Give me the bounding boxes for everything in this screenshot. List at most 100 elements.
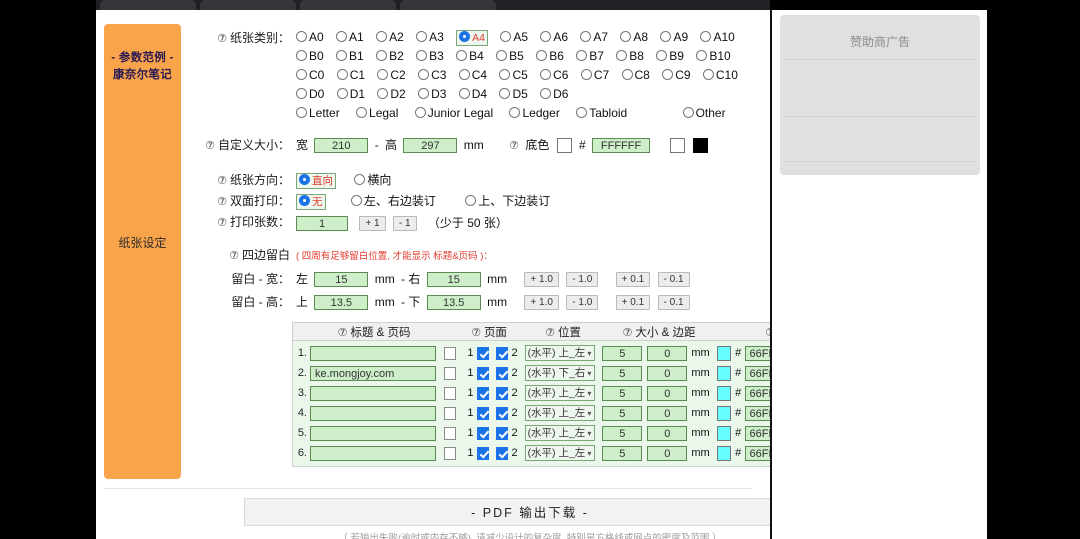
radio-A9[interactable]: A9 (660, 28, 688, 47)
help-icon[interactable]: ⑦ (229, 246, 239, 266)
row-position-select[interactable]: (水平) 下_右 ▾ (524, 365, 596, 381)
pdf-export-button[interactable]: - PDF 输出下载 - (244, 498, 770, 526)
row-title-input[interactable] (310, 405, 436, 421)
radio-Other[interactable]: Other (682, 104, 726, 123)
radio-C5[interactable]: C5 (499, 66, 528, 85)
help-icon[interactable]: ⑦ (205, 136, 215, 156)
height-input[interactable]: 297 (403, 138, 458, 154)
radio-B1[interactable]: B1 (336, 47, 364, 66)
page-1-checkbox[interactable] (476, 406, 489, 420)
radio-Legal[interactable]: Legal (356, 104, 398, 123)
radio-C4[interactable]: C4 (458, 66, 487, 85)
radio-D5[interactable]: D5 (499, 85, 528, 104)
sheets-plus-button[interactable]: + 1 (359, 215, 386, 231)
row-size-input[interactable]: 5 (602, 425, 643, 441)
radio-Tabloid[interactable]: Tabloid (576, 104, 627, 123)
radio-C3[interactable]: C3 (418, 66, 446, 85)
sheets-minus-button[interactable]: - 1 (392, 215, 417, 231)
radio-B0[interactable]: B0 (296, 47, 324, 66)
row-color-swatch[interactable] (716, 385, 732, 401)
row-offset-input[interactable]: 0 (647, 405, 688, 421)
radio-A6[interactable]: A6 (540, 28, 568, 47)
radio-B2[interactable]: B2 (376, 47, 404, 66)
row-offset-input[interactable]: 0 (647, 365, 688, 381)
row-offset-input[interactable]: 0 (647, 385, 688, 401)
browser-tab[interactable] (400, 0, 496, 10)
radio-orientation-landscape[interactable]: 横向 (354, 170, 391, 190)
row-color-hex-input[interactable]: 66FFFF (745, 405, 770, 421)
row-color-swatch[interactable] (716, 345, 732, 361)
preset-white-swatch[interactable] (670, 138, 686, 154)
help-icon[interactable]: ⑦ (338, 326, 348, 339)
row-title-input[interactable] (310, 425, 436, 441)
margin-left-input[interactable]: 15 (314, 272, 369, 288)
radio-A3[interactable]: A3 (416, 28, 444, 47)
row-size-input[interactable]: 5 (602, 405, 643, 421)
row-color-hex-input[interactable]: 66FFFF (745, 445, 770, 461)
radio-Junior-Legal[interactable]: Junior Legal (414, 104, 493, 123)
row-select-checkbox[interactable] (443, 446, 457, 460)
radio-D2[interactable]: D2 (377, 85, 406, 104)
radio-A1[interactable]: A1 (336, 28, 364, 47)
row-position-select[interactable]: (水平) 上_左 ▾ (524, 425, 596, 441)
row-color-swatch[interactable] (716, 365, 732, 381)
browser-tab[interactable] (200, 0, 296, 10)
sponsor-ad-panel[interactable]: 赞助商广告 (780, 15, 980, 175)
browser-tab[interactable] (100, 0, 196, 10)
row-color-swatch[interactable] (716, 405, 732, 421)
radio-orientation-portrait[interactable]: 直向 (296, 172, 336, 189)
row-position-select[interactable]: (水平) 上_左 ▾ (524, 345, 596, 361)
margin-h-plus1-button[interactable]: + 1.0 (524, 295, 559, 311)
width-input[interactable]: 210 (314, 138, 369, 154)
margin-w-plus1-button[interactable]: + 1.0 (524, 272, 559, 288)
page-2-checkbox[interactable] (495, 446, 509, 460)
row-offset-input[interactable]: 0 (647, 345, 688, 361)
browser-tab[interactable] (300, 0, 396, 10)
radio-C1[interactable]: C1 (336, 66, 365, 85)
margin-w-plus01-button[interactable]: + 0.1 (615, 272, 651, 288)
help-icon[interactable]: ⑦ (471, 326, 481, 339)
row-title-input[interactable] (310, 445, 436, 461)
row-select-checkbox[interactable] (443, 426, 457, 440)
help-icon[interactable]: ⑦ (217, 213, 227, 233)
row-size-input[interactable]: 5 (602, 385, 643, 401)
row-title-input[interactable] (310, 385, 436, 401)
help-icon[interactable]: ⑦ (217, 29, 227, 49)
page-1-checkbox[interactable] (476, 386, 489, 400)
radio-A8[interactable]: A8 (620, 28, 648, 47)
radio-A4[interactable]: A4 (456, 29, 488, 46)
radio-D6[interactable]: D6 (540, 85, 568, 104)
radio-A10[interactable]: A10 (700, 28, 735, 47)
radio-D1[interactable]: D1 (336, 85, 365, 104)
radio-B5[interactable]: B5 (496, 47, 524, 66)
radio-C7[interactable]: C7 (580, 66, 609, 85)
row-select-checkbox[interactable] (443, 366, 457, 380)
radio-B9[interactable]: B9 (656, 47, 684, 66)
row-title-input[interactable] (310, 345, 436, 361)
row-position-select[interactable]: (水平) 上_左 ▾ (524, 445, 596, 461)
margin-top-input[interactable]: 13.5 (314, 295, 369, 311)
row-color-swatch[interactable] (716, 425, 732, 441)
radio-duplex-lr[interactable]: 左、右边装订 (350, 191, 436, 211)
radio-D3[interactable]: D3 (418, 85, 446, 104)
radio-duplex-tb[interactable]: 上、下边装订 (465, 191, 550, 211)
margin-h-plus01-button[interactable]: + 0.1 (615, 295, 651, 311)
page-1-checkbox[interactable] (476, 426, 489, 440)
row-offset-input[interactable]: 0 (647, 445, 688, 461)
page-1-checkbox[interactable] (476, 366, 489, 380)
margin-h-minus1-button[interactable]: - 1.0 (566, 295, 599, 311)
page-2-checkbox[interactable] (495, 426, 509, 440)
page-2-checkbox[interactable] (495, 366, 509, 380)
row-color-swatch[interactable] (716, 445, 732, 461)
sidebar-section-paper-settings[interactable]: 纸张设定 (104, 234, 181, 251)
row-size-input[interactable]: 5 (602, 365, 643, 381)
row-position-select[interactable]: (水平) 上_左 ▾ (524, 405, 596, 421)
row-select-checkbox[interactable] (443, 406, 457, 420)
radio-B10[interactable]: B10 (696, 47, 731, 66)
margin-w-minus01-button[interactable]: - 0.1 (657, 272, 690, 288)
radio-Ledger[interactable]: Ledger (509, 104, 560, 123)
margin-bottom-input[interactable]: 13.5 (426, 295, 481, 311)
radio-C6[interactable]: C6 (540, 66, 568, 85)
help-icon[interactable]: ⑦ (623, 326, 633, 339)
row-color-hex-input[interactable]: 66FFFF (745, 345, 770, 361)
